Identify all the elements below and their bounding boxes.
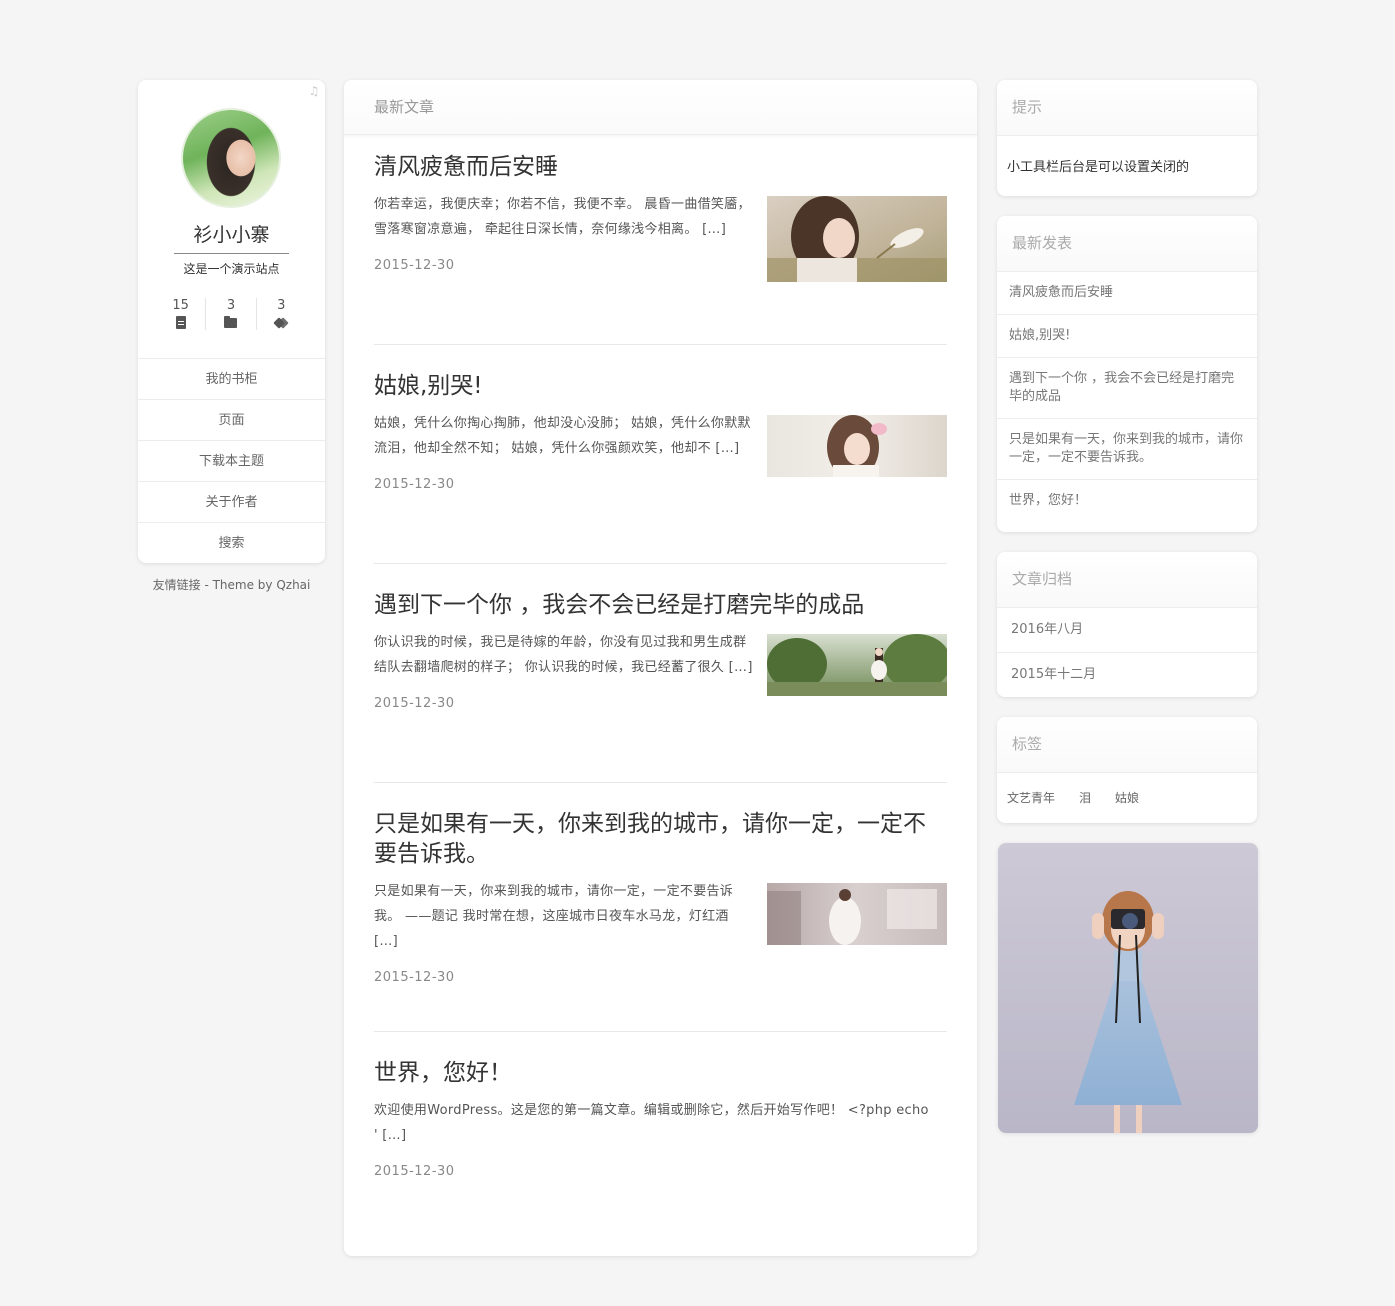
stat-categories[interactable]: 3 (205, 298, 255, 330)
recent-posts-widget: 最新发表 清风疲惫而后安睡 姑娘,别哭! 遇到下一个你 ，我会不会已经是打磨完毕… (997, 216, 1257, 532)
file-icon (156, 314, 205, 330)
nav-item-bookshelf[interactable]: 我的书柜 (138, 358, 325, 399)
post-title[interactable]: 遇到下一个你 ，我会不会已经是打磨完毕的成品 (374, 590, 947, 620)
music-icon[interactable]: ♫ (307, 84, 321, 98)
friend-links-link[interactable]: 友情链接 (153, 578, 201, 592)
post-date: 2015-12-30 (374, 970, 455, 985)
post-title[interactable]: 只是如果有一天，你来到我的城市，请你一定，一定不要告诉我。 (374, 809, 934, 869)
tip-widget-text: 小工具栏后台是可以设置关闭的 (1007, 160, 1190, 175)
avatar[interactable] (181, 108, 281, 208)
post-divider (374, 1031, 947, 1032)
tip-widget-title: 提示 (997, 80, 1257, 136)
post-divider (374, 344, 947, 345)
post-title[interactable]: 清风疲惫而后安睡 (374, 152, 947, 182)
folder-icon (206, 314, 255, 330)
footer-separator: - (200, 578, 213, 592)
site-description: 这是一个演示站点 (183, 262, 280, 276)
post-excerpt: 欢迎使用WordPress。这是您的第一篇文章。编辑或删除它，然后开始写作吧！ … (374, 1103, 929, 1143)
site-name[interactable]: 衫小小寨 (174, 220, 289, 254)
stat-tags[interactable]: 3 (255, 298, 306, 330)
nav-item-about-author[interactable]: 关于作者 (138, 481, 325, 522)
stats-row: 15 3 3 (156, 298, 306, 330)
post-title[interactable]: 姑娘,别哭! (374, 371, 947, 401)
posts-panel-header: 最新文章 (344, 80, 977, 135)
post-excerpt: 你若幸运，我便庆幸；你若不信，我便不幸。 晨昏一曲借笑靥，雪落寒窗凉意遍， 牵起… (374, 197, 751, 237)
post-item: 姑娘,别哭! 姑娘，凭什么你掏心掏肺，他却没心没肺； 姑娘，凭什么你默默流泪，他… (374, 371, 947, 492)
stat-posts[interactable]: 15 (156, 298, 205, 330)
recent-post-link[interactable]: 遇到下一个你 ，我会不会已经是打磨完毕的成品 (997, 358, 1257, 419)
tag-link[interactable]: 泪 (1079, 789, 1091, 806)
nav-item-search[interactable]: 搜索 (138, 522, 325, 563)
post-date: 2015-12-30 (374, 1164, 455, 1179)
post-item: 世界，您好！ 欢迎使用WordPress。这是您的第一篇文章。编辑或删除它，然后… (374, 1058, 947, 1179)
recent-post-link[interactable]: 清风疲惫而后安睡 (997, 272, 1257, 315)
tag-link[interactable]: 姑娘 (1115, 789, 1139, 806)
theme-credit-link[interactable]: Theme by Qzhai (213, 578, 311, 592)
stat-categories-count: 3 (226, 298, 236, 313)
archive-widget-title: 文章归档 (997, 552, 1257, 608)
post-thumbnail[interactable] (767, 196, 947, 282)
post-excerpt: 你认识我的时候，我已是待嫁的年龄，你没有见过我和男生成群结队去翻墙爬树的样子； … (374, 635, 753, 675)
post-item: 清风疲惫而后安睡 你若幸运，我便庆幸；你若不信，我便不幸。 晨昏一曲借笑靥，雪落… (374, 152, 947, 282)
tags-widget: 标签 文艺青年 泪 姑娘 (997, 717, 1257, 823)
archive-link[interactable]: 2015年十二月 (997, 653, 1257, 697)
post-item: 遇到下一个你 ，我会不会已经是打磨完毕的成品 你认识我的时候，我已是待嫁的年龄，… (374, 590, 947, 711)
tags-icon (257, 314, 306, 330)
tip-widget: 提示 小工具栏后台是可以设置关闭的 (997, 80, 1257, 196)
tag-link[interactable]: 文艺青年 (1007, 789, 1055, 806)
recent-post-link[interactable]: 只是如果有一天，你来到我的城市，请你一定，一定不要告诉我。 (997, 419, 1257, 480)
post-date: 2015-12-30 (374, 477, 455, 492)
post-thumbnail[interactable] (767, 415, 947, 477)
post-date: 2015-12-30 (374, 696, 455, 711)
posts-panel: 最新文章 清风疲惫而后安睡 你若幸运，我便庆幸；你若不信，我便不幸。 晨昏一曲借… (344, 80, 977, 1256)
archive-link[interactable]: 2016年八月 (997, 608, 1257, 653)
profile-nav: 我的书柜 页面 下载本主题 关于作者 搜索 (138, 358, 325, 563)
post-thumbnail[interactable] (767, 883, 947, 945)
archive-widget: 文章归档 2016年八月 2015年十二月 (997, 552, 1257, 697)
profile-footer: 友情链接 - Theme by Qzhai (138, 576, 325, 593)
recent-post-link[interactable]: 姑娘,别哭! (997, 315, 1257, 358)
post-title[interactable]: 世界，您好！ (374, 1058, 947, 1088)
stat-posts-count: 15 (172, 298, 189, 313)
post-excerpt: 姑娘，凭什么你掏心掏肺，他却没心没肺； 姑娘，凭什么你默默流泪，他却全然不知； … (374, 416, 751, 456)
profile-card: ♫ 衫小小寨 这是一个演示站点 15 3 3 我的书柜 页面 下载本主题 关于作… (138, 80, 325, 563)
photo-widget[interactable] (998, 843, 1258, 1133)
post-thumbnail[interactable] (767, 634, 947, 696)
post-item: 只是如果有一天，你来到我的城市，请你一定，一定不要告诉我。 只是如果有一天，你来… (374, 809, 947, 985)
post-excerpt: 只是如果有一天，你来到我的城市，请你一定，一定不要告诉我。 ——题记 我时常在想… (374, 884, 734, 949)
recent-posts-title: 最新发表 (997, 216, 1257, 272)
post-divider (374, 782, 947, 783)
sidebar-photo (998, 843, 1258, 1133)
recent-post-link[interactable]: 世界，您好！ (997, 480, 1257, 522)
tags-widget-title: 标签 (997, 717, 1257, 773)
post-divider (374, 563, 947, 564)
stat-tags-count: 3 (277, 298, 286, 313)
nav-item-download-theme[interactable]: 下载本主题 (138, 440, 325, 481)
nav-item-pages[interactable]: 页面 (138, 399, 325, 440)
